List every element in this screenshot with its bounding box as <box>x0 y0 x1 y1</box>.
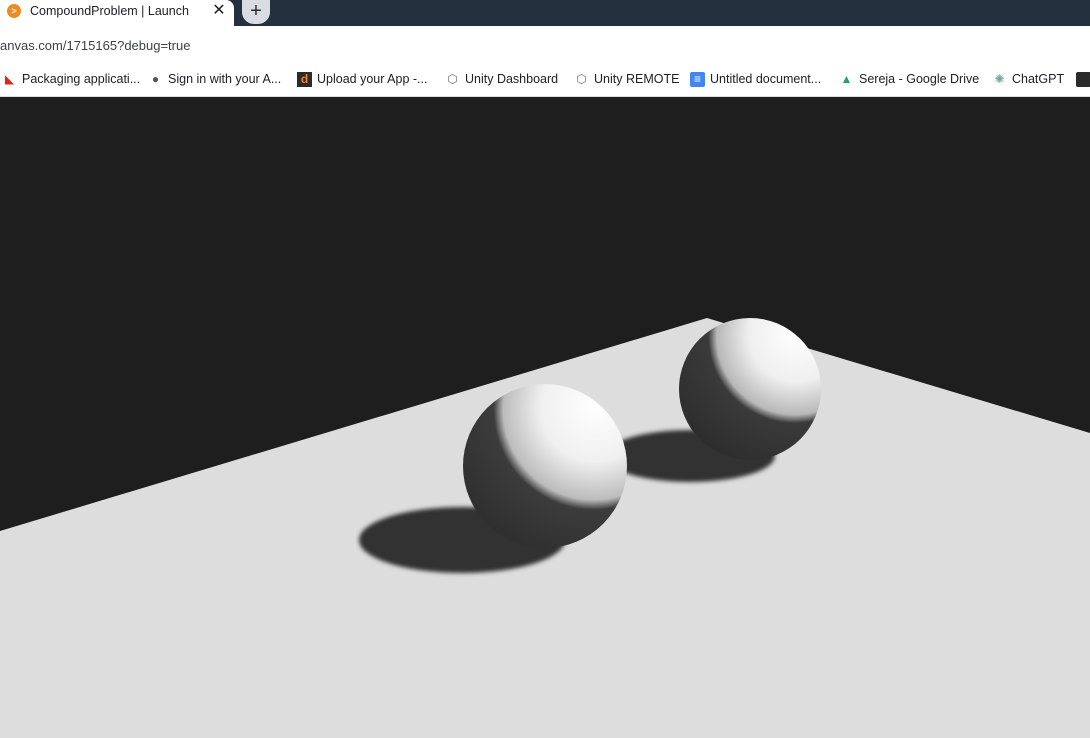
bookmark-label: Packaging applicati... <box>22 72 141 86</box>
unity-icon: ⬡ <box>447 72 458 86</box>
address-bar[interactable]: anvas.com/1715165?debug=true <box>0 26 1090 65</box>
adobe-icon: ◣ <box>4 72 15 86</box>
chatgpt-icon: ✺ <box>994 72 1005 86</box>
canvas-viewport[interactable] <box>0 97 1090 738</box>
tab-title: CompoundProblem | Launch <box>30 4 189 18</box>
bookmark-overflow-icon <box>1076 72 1090 87</box>
unity-icon: ⬡ <box>576 72 587 86</box>
upload-d-icon: d <box>297 72 312 87</box>
scene-3d[interactable] <box>0 97 1090 738</box>
bookmark-label: Unity REMOTE <box>594 72 680 86</box>
bookmark-label: Sign in with your A... <box>168 72 282 86</box>
tab-favicon-icon: > <box>7 4 21 18</box>
bookmark-label: Sereja - Google Drive <box>859 72 980 86</box>
new-tab-button[interactable]: + <box>242 0 270 24</box>
tab-strip: > CompoundProblem | Launch ✕ + <box>0 0 1090 26</box>
plus-icon: + <box>250 0 262 22</box>
bookmark-label: ChatGPT <box>1012 72 1065 86</box>
url-text[interactable]: anvas.com/1715165?debug=true <box>0 38 190 53</box>
bookmark-label: Unity Dashboard <box>465 72 559 86</box>
apple-icon: ● <box>151 72 160 86</box>
google-docs-icon: ≡ <box>690 72 705 87</box>
bookmarks-bar: ◣ Packaging applicati... ● Sign in with … <box>0 64 1090 97</box>
google-drive-icon: ▲ <box>840 72 853 86</box>
sphere-front <box>463 384 627 548</box>
bookmark-label: Upload your App -... <box>317 72 428 86</box>
tab-compoundproblem[interactable]: > CompoundProblem | Launch ✕ <box>0 0 234 26</box>
bookmark-label: Untitled document... <box>710 72 822 86</box>
close-icon[interactable]: ✕ <box>211 2 227 20</box>
sphere-back <box>679 318 821 460</box>
